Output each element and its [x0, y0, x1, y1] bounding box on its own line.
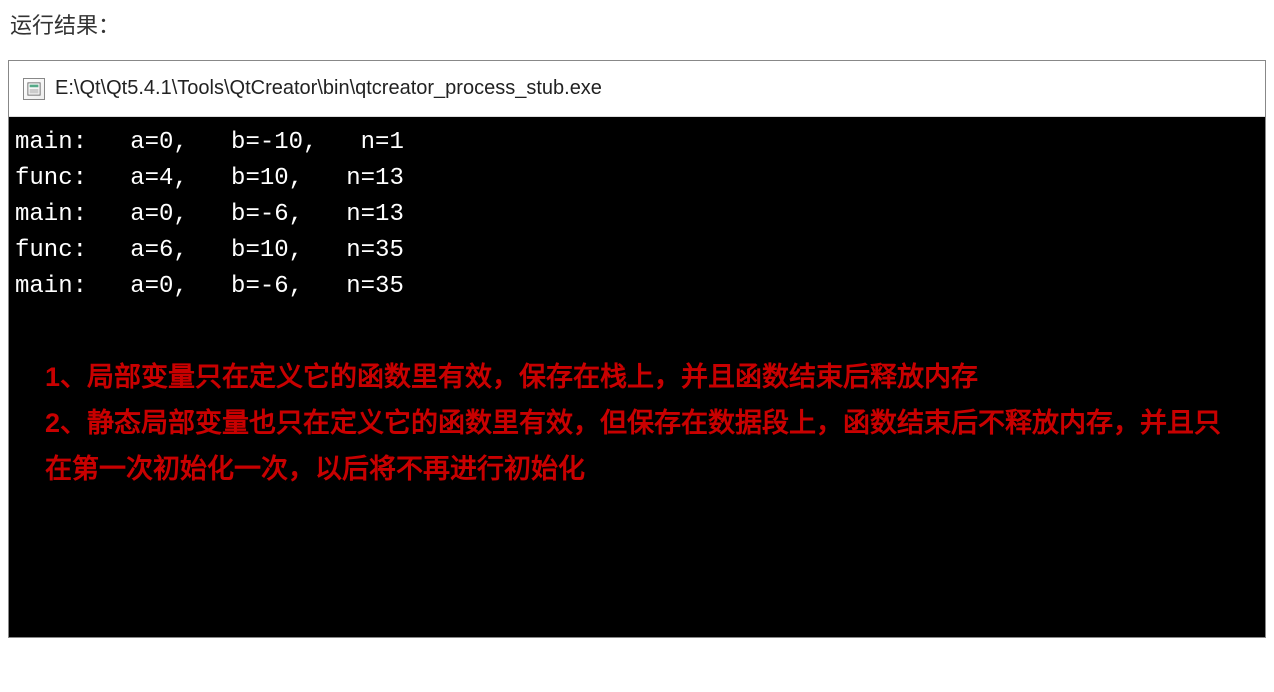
page-heading: 运行结果： [0, 0, 1274, 60]
annotation-block: 1、局部变量只在定义它的函数里有效，保存在栈上，并且函数结束后释放内存 2、静态… [15, 355, 1259, 493]
app-icon [23, 78, 45, 100]
console-line: main: a=0, b=-6, n=35 [15, 269, 1259, 305]
window-title-path: E:\Qt\Qt5.4.1\Tools\QtCreator\bin\qtcrea… [55, 77, 602, 100]
console-line: main: a=0, b=-10, n=1 [15, 125, 1259, 161]
annotation-line-2: 2、静态局部变量也只在定义它的函数里有效，但保存在数据段上，函数结束后不释放内存… [45, 401, 1229, 493]
annotation-line-1: 1、局部变量只在定义它的函数里有效，保存在栈上，并且函数结束后释放内存 [45, 355, 1229, 401]
console-line: func: a=6, b=10, n=35 [15, 233, 1259, 269]
title-bar: E:\Qt\Qt5.4.1\Tools\QtCreator\bin\qtcrea… [9, 61, 1265, 117]
console-line: func: a=4, b=10, n=13 [15, 161, 1259, 197]
console-line: main: a=0, b=-6, n=13 [15, 197, 1259, 233]
console-window: E:\Qt\Qt5.4.1\Tools\QtCreator\bin\qtcrea… [8, 60, 1266, 638]
console-output: main: a=0, b=-10, n=1 func: a=4, b=10, n… [9, 117, 1265, 637]
